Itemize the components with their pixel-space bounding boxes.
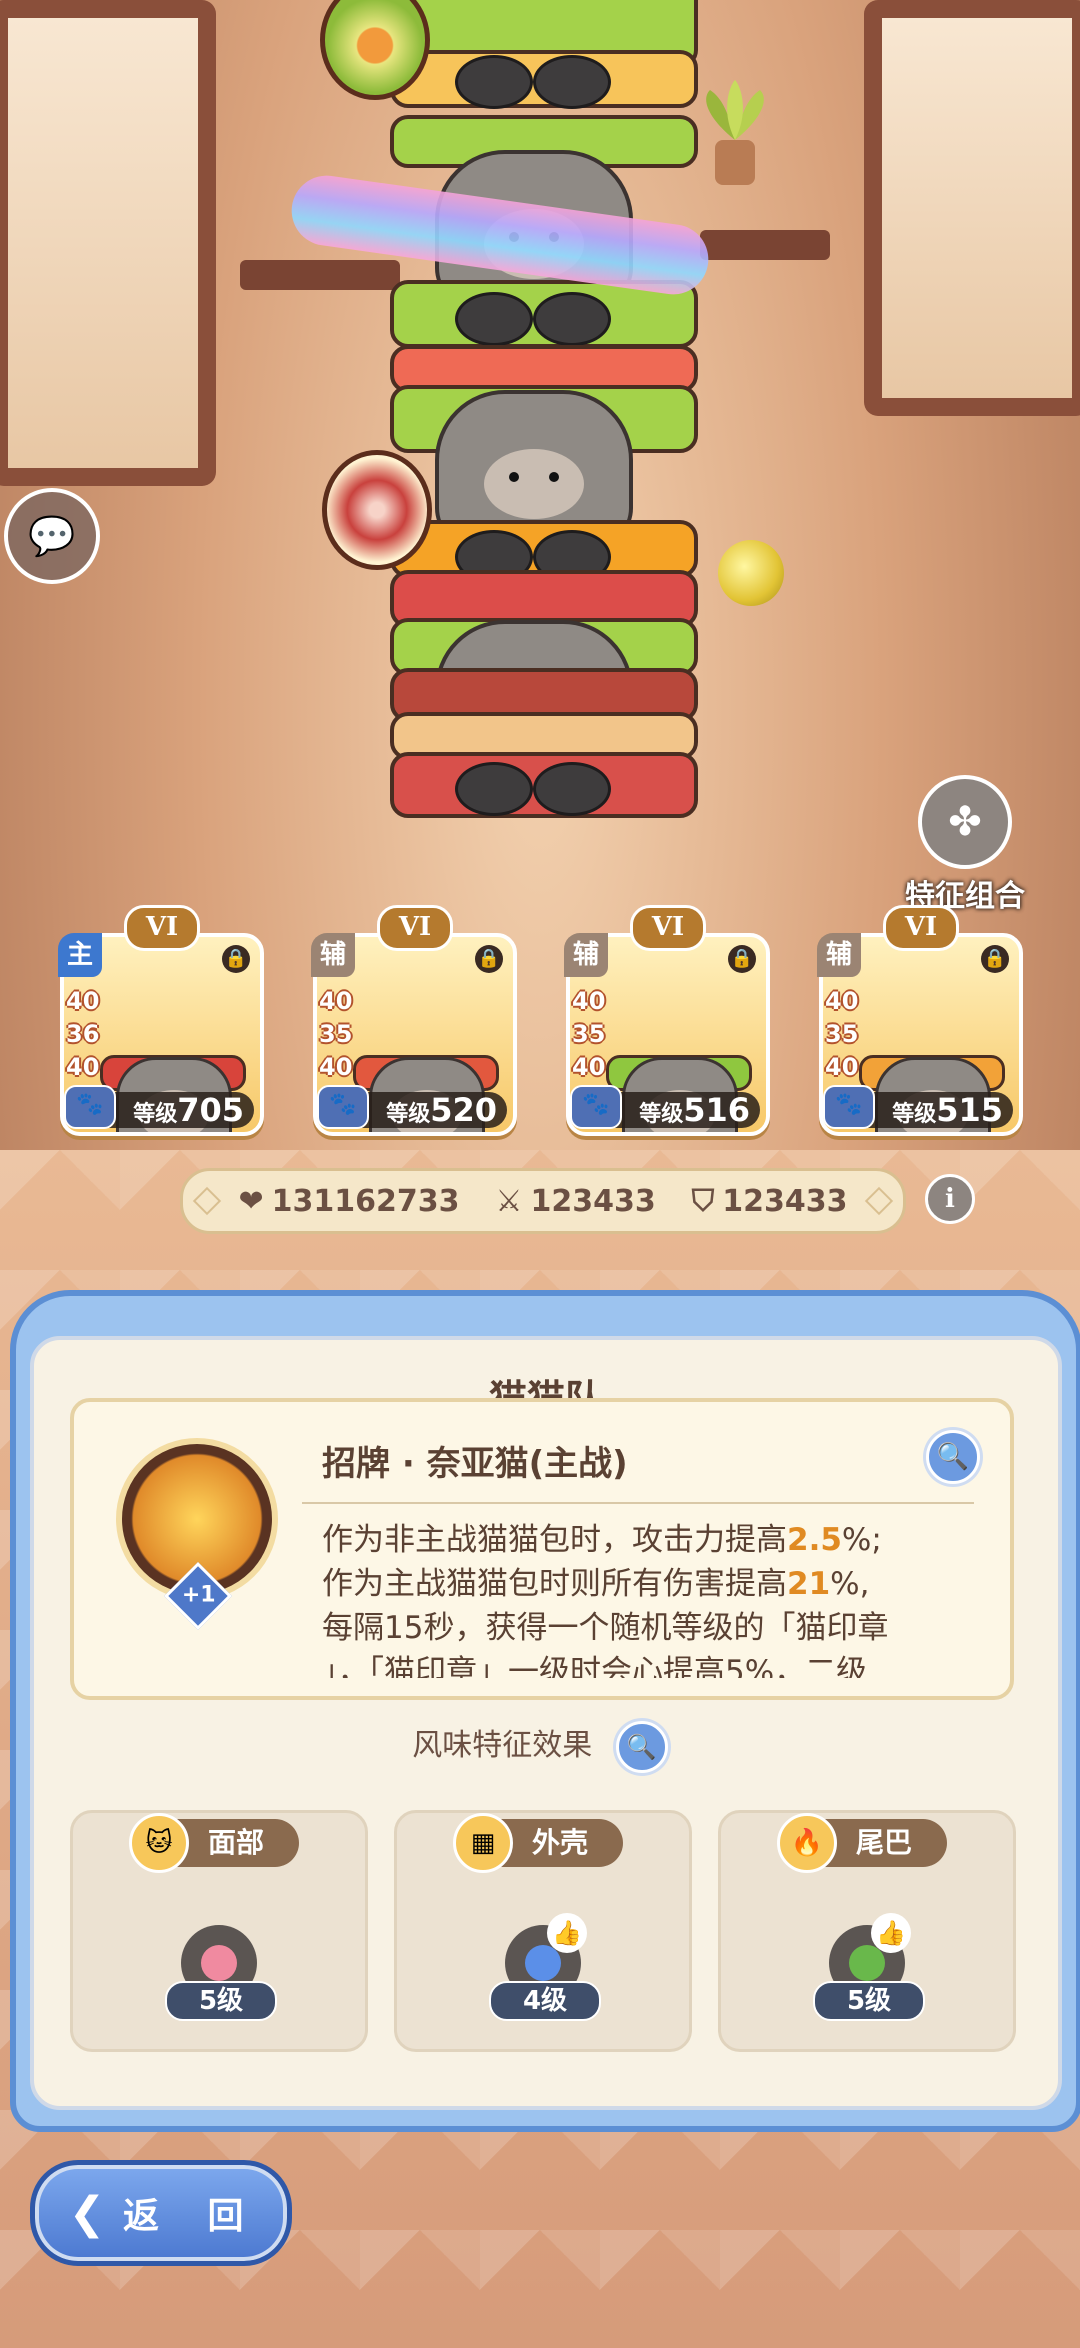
role-badge: 辅 bbox=[564, 933, 608, 977]
defense-stat: ⛉ 123433 bbox=[692, 1184, 848, 1219]
plus-badge: +1 bbox=[164, 1562, 232, 1630]
cat-sandwich-tower[interactable] bbox=[380, 0, 700, 820]
paw-icon: 🐾 bbox=[570, 1085, 622, 1129]
hp-stat: ❤ 131162733 bbox=[239, 1184, 460, 1219]
heart-icon: ❤ bbox=[238, 1183, 264, 1219]
lock-icon[interactable]: 🔒 bbox=[728, 945, 756, 973]
info-icon: i bbox=[945, 1184, 955, 1214]
lock-icon[interactable]: 🔒 bbox=[222, 945, 250, 973]
magnifier-icon: 🔍 bbox=[626, 1732, 657, 1761]
skill-name: 招牌 · 奈亚猫(主战) bbox=[322, 1444, 628, 1484]
energy-orb[interactable] bbox=[718, 540, 784, 606]
team-card-support[interactable]: VI 辅 🔒 40 35 40 🐾 等级515 bbox=[817, 905, 1023, 1136]
cat-paws bbox=[455, 292, 611, 346]
trait-tail[interactable]: 尾巴 🔥 👍 5级 bbox=[718, 1810, 1016, 2052]
team-card-support[interactable]: VI 辅 🔒 40 35 40 🐾 等级516 bbox=[564, 905, 770, 1136]
paw-icon: 🐾 bbox=[64, 1085, 116, 1129]
defense-value: 123433 bbox=[722, 1183, 848, 1219]
paw-icon: 🐾 bbox=[823, 1085, 875, 1129]
divider bbox=[302, 1502, 974, 1504]
role-badge: 辅 bbox=[311, 933, 355, 977]
hp-value: 131162733 bbox=[271, 1183, 460, 1219]
steak-icon bbox=[322, 450, 432, 570]
tail-icon: 🔥 bbox=[777, 1813, 837, 1873]
shield-icon: ⛉ bbox=[691, 1183, 715, 1219]
team-card-support[interactable]: VI 辅 🔒 40 35 40 🐾 等级520 bbox=[311, 905, 517, 1136]
paw-icon: 🐾 bbox=[317, 1085, 369, 1129]
role-badge: 主 bbox=[58, 933, 102, 977]
thumbs-up-icon: 👍 bbox=[547, 1913, 587, 1953]
attack-value: 123433 bbox=[530, 1183, 656, 1219]
magnifier-icon: 🔍 bbox=[936, 1442, 970, 1472]
lock-icon[interactable]: 🔒 bbox=[981, 945, 1009, 973]
tier-badge: VI bbox=[630, 905, 706, 951]
potted-plant-icon bbox=[706, 80, 764, 185]
diamond-ornament bbox=[864, 1186, 894, 1216]
shelf bbox=[700, 230, 830, 260]
tier-badge: VI bbox=[377, 905, 453, 951]
diamond-ornament bbox=[192, 1186, 222, 1216]
card-stats: 40 35 40 bbox=[319, 987, 353, 1081]
flavor-zoom-button[interactable]: 🔍 bbox=[615, 1720, 668, 1773]
team-cards: VI 主 🔒 40 36 40 🐾 等级705 VI 辅 🔒 40 35 40 🐾 等级… bbox=[58, 905, 1030, 1136]
trait-face[interactable]: 面部 🐱 5级 bbox=[70, 1810, 368, 2052]
skill-description: 作为非主战猫猫包时，攻击力提高2.5%; 作为主战猫猫包时则所有伤害提高21%,… bbox=[322, 1522, 889, 1678]
shelf bbox=[240, 260, 400, 290]
flavor-traits: 面部 🐱 5级 外壳 ▦ 👍 4级 尾巴 🔥 👍 5级 bbox=[70, 1810, 1016, 2052]
chat-button[interactable]: 💬 bbox=[4, 488, 100, 584]
trait-level: 5级 bbox=[813, 1981, 925, 2021]
flower-icon: ✤ bbox=[918, 775, 1012, 869]
chat-bubbles-icon: 💬 bbox=[28, 513, 76, 558]
card-stats: 40 36 40 bbox=[66, 987, 100, 1081]
cat-face-icon: 🐱 bbox=[129, 1813, 189, 1873]
back-arrow-icon: ❮ bbox=[68, 2187, 106, 2239]
flavor-traits-title: 风味特征效果 🔍 bbox=[0, 1720, 1080, 1773]
skill-zoom-button[interactable]: 🔍 bbox=[926, 1430, 980, 1484]
trait-shell[interactable]: 外壳 ▦ 👍 4级 bbox=[394, 1810, 692, 2052]
crossed-swords-icon: ⚔ bbox=[495, 1183, 523, 1219]
back-label: 返 回 bbox=[123, 2196, 262, 2237]
attack-stat: ⚔ 123433 bbox=[496, 1184, 656, 1219]
role-badge: 辅 bbox=[817, 933, 861, 977]
card-stats: 40 35 40 bbox=[572, 987, 606, 1081]
signature-skill-card: +1 招牌 · 奈亚猫(主战) 🔍 作为非主战猫猫包时，攻击力提高2.5%; 作… bbox=[70, 1398, 1014, 1700]
shell-icon: ▦ bbox=[453, 1813, 513, 1873]
trait-combo-button[interactable]: ✤ 特征组合 bbox=[890, 775, 1040, 915]
lock-icon[interactable]: 🔒 bbox=[475, 945, 503, 973]
tier-badge: VI bbox=[883, 905, 959, 951]
info-button[interactable]: i bbox=[925, 1174, 975, 1224]
cat-paws bbox=[455, 55, 611, 109]
tier-badge: VI bbox=[124, 905, 200, 951]
back-button[interactable]: ❮ 返 回 bbox=[30, 2160, 292, 2266]
team-card-main[interactable]: VI 主 🔒 40 36 40 🐾 等级705 bbox=[58, 905, 264, 1136]
thumbs-up-icon: 👍 bbox=[871, 1913, 911, 1953]
trait-level: 4级 bbox=[489, 1981, 601, 2021]
skill-portrait[interactable]: +1 bbox=[116, 1438, 278, 1630]
team-power-bar: ❤ 131162733 ⚔ 123433 ⛉ 123433 bbox=[180, 1168, 906, 1234]
trait-level: 5级 bbox=[165, 1981, 277, 2021]
card-stats: 40 35 40 bbox=[825, 987, 859, 1081]
window-left bbox=[0, 0, 216, 486]
window-right bbox=[864, 0, 1080, 416]
cat-paws bbox=[455, 762, 611, 816]
